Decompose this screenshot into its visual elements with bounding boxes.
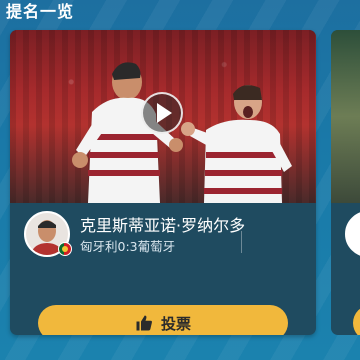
play-button[interactable] [141,92,183,134]
thumbs-up-icon [136,315,152,331]
divider [241,231,242,253]
nominee-card[interactable]: 克里斯蒂亚诺·罗纳尔多 匈牙利0:3葡萄牙 投票 [10,30,316,335]
video-thumbnail-next[interactable] [331,30,360,203]
player-name: 克里斯蒂亚诺·罗纳尔多 [80,216,246,235]
nominee-card-next[interactable] [331,30,360,335]
player-right [181,85,292,203]
vote-button[interactable]: 投票 [38,305,288,335]
vote-label: 投票 [160,314,191,333]
nominee-info: 克里斯蒂亚诺·罗纳尔多 匈牙利0:3葡萄牙 投票 [10,203,316,335]
vote-button-next[interactable] [353,305,360,335]
portugal-flag-icon [58,242,72,256]
match-score: 匈牙利0:3葡萄牙 [80,239,176,254]
avatar-next [345,211,360,257]
video-thumbnail[interactable] [10,30,316,203]
play-icon [156,103,172,123]
section-title: 提名一览 [6,2,75,21]
